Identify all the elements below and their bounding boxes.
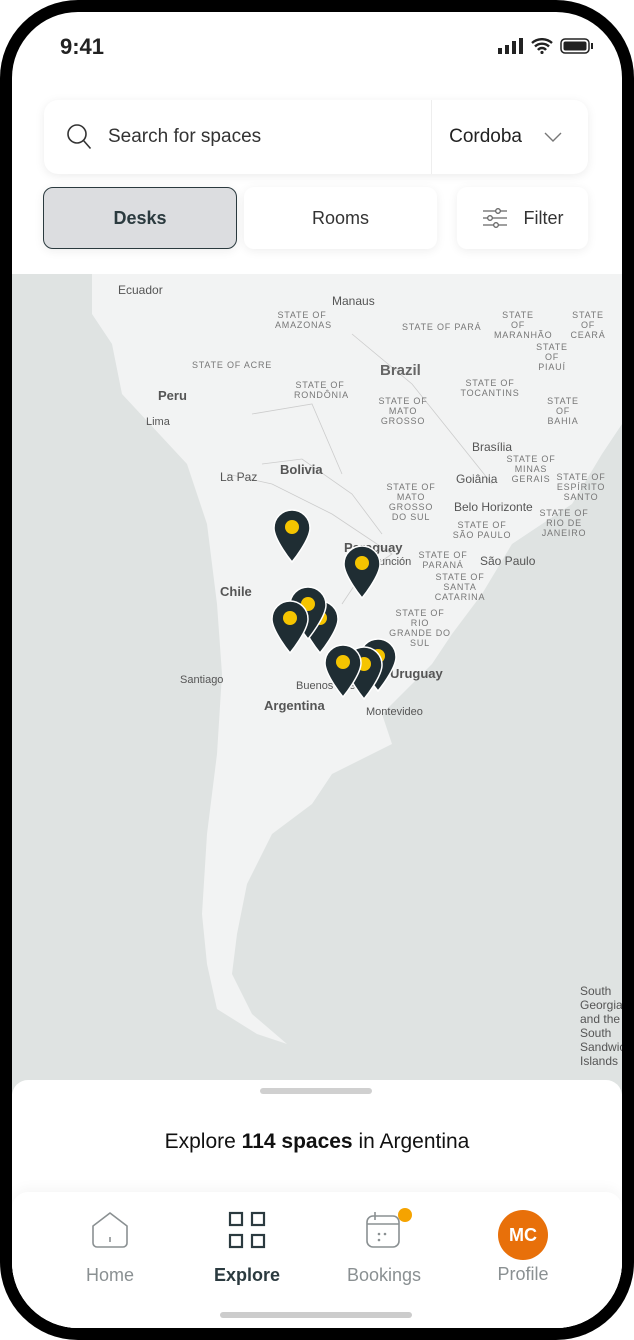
map[interactable]: Ecuador Manaus STATE OF AMAZONAS STATE O… xyxy=(12,274,622,1094)
filter-button[interactable]: Filter xyxy=(457,187,588,249)
map-label: Santiago xyxy=(180,674,224,686)
notification-badge xyxy=(398,1208,412,1222)
map-label: STATE OF RIO DE JANEIRO xyxy=(539,508,589,538)
map-label: STATE OF MINAS GERAIS xyxy=(506,454,556,484)
map-label: STATE OF TOCANTINS xyxy=(460,378,520,398)
map-label: Montevideo xyxy=(366,706,423,718)
map-label: STATE OF AMAZONAS xyxy=(275,310,332,330)
map-label: STATE OF ESPÍRITO SANTO xyxy=(556,472,606,502)
map-label: STATE OF MARANHÃO xyxy=(494,310,553,340)
summary-suffix: in Argentina xyxy=(352,1130,470,1153)
map-label: Argentina xyxy=(264,698,325,713)
map-pin[interactable] xyxy=(273,509,311,563)
map-label: STATE OF RIO GRANDE DO SUL xyxy=(389,608,451,648)
phone-frame: 9:41 Search for spaces Cordoba Desks Roo… xyxy=(0,0,634,1340)
map-label: Brazil xyxy=(380,362,421,379)
map-label: Lima xyxy=(146,416,170,428)
map-label: STATE OF PARANÁ xyxy=(418,550,468,570)
map-label: Bolivia xyxy=(280,462,323,477)
map-pin[interactable] xyxy=(343,545,381,599)
map-label: Chile xyxy=(220,584,252,599)
map-label: South Georgia and the South Sandwich Isl… xyxy=(580,984,622,1068)
explore-summary: Explore 114 spaces in Argentina xyxy=(12,1130,622,1154)
home-indicator xyxy=(220,1312,412,1318)
map-label: STATE OF RONDÔNIA xyxy=(294,380,349,400)
map-label: Brasília xyxy=(472,440,513,454)
map-label: STATE OF CEARÁ xyxy=(570,310,606,340)
search-bar: Search for spaces Cordoba xyxy=(44,100,588,174)
map-label: STATE OF SÃO PAULO xyxy=(452,520,512,540)
map-label: STATE OF PIAUÍ xyxy=(536,342,568,372)
map-label: STATE OF SANTA CATARINA xyxy=(434,572,486,602)
nav-explore-label: Explore xyxy=(213,1265,281,1285)
filter-label: Filter xyxy=(523,207,564,228)
map-label: STATE OF BAHIA xyxy=(547,396,579,426)
map-pin[interactable] xyxy=(271,600,309,654)
summary-prefix: Explore xyxy=(164,1130,242,1153)
map-label: Peru xyxy=(158,388,187,403)
map-label: STATE OF PARÁ xyxy=(402,322,482,332)
nav-bookings[interactable]: Bookings xyxy=(324,1208,444,1286)
map-label: STATE OF MATO GROSSO xyxy=(378,396,428,426)
city-dropdown[interactable]: Cordoba xyxy=(431,100,588,174)
status-time: 9:41 xyxy=(60,34,105,59)
battery-icon xyxy=(560,38,593,54)
search-input[interactable]: Search for spaces xyxy=(108,126,431,148)
screen: 9:41 Search for spaces Cordoba Desks Roo… xyxy=(12,12,622,1328)
status-icons xyxy=(498,38,594,54)
map-label: STATE OF MATO GROSSO DO SUL xyxy=(386,482,436,522)
map-label: São Paulo xyxy=(480,554,536,568)
tab-desks[interactable]: Desks xyxy=(43,187,237,249)
avatar: MC xyxy=(498,1210,548,1260)
tab-rooms[interactable]: Rooms xyxy=(244,187,437,249)
sheet-handle[interactable] xyxy=(260,1088,372,1094)
nav-profile-label: Profile xyxy=(497,1264,549,1284)
map-label: Belo Horizonte xyxy=(454,500,533,514)
search-icon xyxy=(67,124,92,150)
map-label: Uruguay xyxy=(390,666,443,681)
summary-count: 114 spaces xyxy=(241,1130,353,1153)
map-label: Ecuador xyxy=(118,283,163,297)
grid-icon xyxy=(228,1211,266,1249)
city-value: Cordoba xyxy=(449,126,522,147)
map-label: Goiânia xyxy=(456,472,498,486)
map-pin[interactable] xyxy=(324,644,362,698)
map-label: Manaus xyxy=(332,294,375,308)
wifi-icon xyxy=(531,38,553,54)
nav-home[interactable]: Home xyxy=(50,1210,170,1286)
chevron-down-icon xyxy=(544,132,562,142)
signal-icon xyxy=(498,38,523,54)
sliders-icon xyxy=(482,208,507,228)
bottom-nav: Home Explore Bookings MC Profile xyxy=(12,1192,622,1328)
nav-explore[interactable]: Explore xyxy=(187,1210,307,1286)
map-label: STATE OF ACRE xyxy=(192,360,273,370)
map-label: La Paz xyxy=(220,470,258,484)
nav-bookings-label: Bookings xyxy=(346,1265,422,1285)
nav-home-label: Home xyxy=(85,1265,134,1285)
nav-profile[interactable]: MC Profile xyxy=(463,1210,583,1285)
home-icon xyxy=(92,1212,128,1248)
